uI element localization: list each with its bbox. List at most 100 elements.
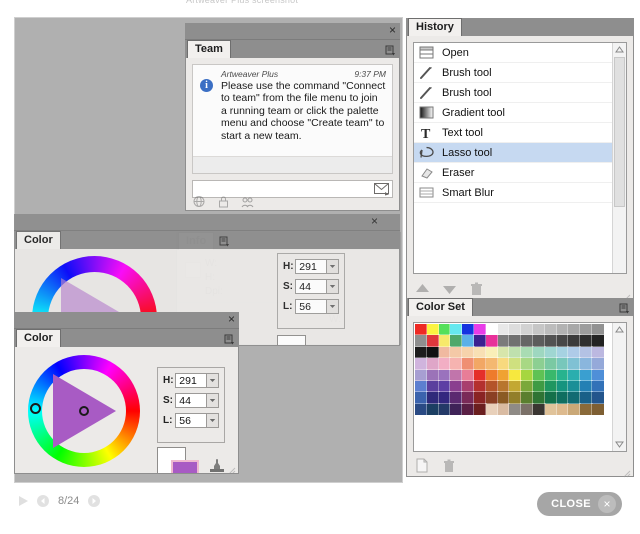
hue-marker[interactable] xyxy=(30,403,41,414)
color-swatch[interactable] xyxy=(579,323,593,337)
panel-menu-icon[interactable] xyxy=(219,236,230,247)
prev-icon[interactable] xyxy=(36,494,50,508)
color-swatch[interactable] xyxy=(520,357,534,371)
color-swatch[interactable] xyxy=(567,391,582,405)
color-swatch[interactable] xyxy=(496,391,511,405)
foreground-color-swatch[interactable] xyxy=(171,460,199,473)
scroll-down-icon[interactable] xyxy=(613,438,626,451)
color-swatch[interactable] xyxy=(449,323,464,337)
lock-icon[interactable] xyxy=(217,195,230,208)
hue-input[interactable]: 291 xyxy=(175,373,207,388)
send-message-icon[interactable] xyxy=(374,183,390,196)
color-swatch[interactable] xyxy=(590,357,605,371)
color-swatch[interactable] xyxy=(425,391,440,405)
play-icon[interactable] xyxy=(16,494,30,508)
history-scroll-thumb[interactable] xyxy=(614,57,625,207)
panel-menu-icon[interactable] xyxy=(224,334,235,345)
color-swatch[interactable] xyxy=(414,391,428,405)
color-swatch[interactable] xyxy=(414,357,428,371)
color-swatch[interactable] xyxy=(496,357,511,371)
sat-spinner-icon[interactable] xyxy=(206,393,220,408)
color-swatch[interactable] xyxy=(437,368,452,382)
color-swatch[interactable] xyxy=(543,391,558,405)
color-swatch[interactable] xyxy=(590,391,605,405)
color-swatch[interactable] xyxy=(449,345,464,360)
color-swatch[interactable] xyxy=(508,402,523,417)
color-swatch[interactable] xyxy=(555,357,570,371)
color-swatch[interactable] xyxy=(555,345,570,360)
color-swatch[interactable] xyxy=(484,402,499,417)
color-swatch[interactable] xyxy=(461,402,475,417)
color-swatch[interactable] xyxy=(449,357,464,371)
color-swatch[interactable] xyxy=(520,391,534,405)
hue-input[interactable]: 291 xyxy=(295,259,327,274)
color-swatch[interactable] xyxy=(590,345,605,360)
color-swatch[interactable] xyxy=(461,334,475,348)
color-swatch[interactable] xyxy=(461,379,475,394)
color-lower-resize-grip[interactable] xyxy=(227,462,236,473)
color-swatch[interactable] xyxy=(473,357,487,371)
hue-spinner-icon[interactable] xyxy=(206,373,220,388)
color-swatch[interactable] xyxy=(508,345,523,360)
color-swatch[interactable] xyxy=(414,345,428,360)
color-swatch[interactable] xyxy=(531,357,546,371)
step-up-icon[interactable] xyxy=(415,282,430,296)
color-swatch[interactable] xyxy=(520,345,534,360)
color-swatch[interactable] xyxy=(531,323,546,337)
team-panel-titlebar[interactable]: × xyxy=(185,23,400,40)
color-swatch[interactable] xyxy=(520,323,534,337)
tab-color-set[interactable]: Color Set xyxy=(408,298,473,316)
tab-team[interactable]: Team xyxy=(187,40,231,58)
color-swatch[interactable] xyxy=(555,323,570,337)
color-swatch[interactable] xyxy=(496,334,511,348)
lum-spinner-icon[interactable] xyxy=(326,299,340,314)
color-swatch[interactable] xyxy=(414,368,428,382)
color-swatch[interactable] xyxy=(590,368,605,382)
color-swatch[interactable] xyxy=(590,334,605,348)
color-lower-titlebar[interactable]: × xyxy=(14,312,239,329)
colorset-resize-grip[interactable] xyxy=(622,465,631,478)
color-swatch[interactable] xyxy=(555,368,570,382)
color-swatch[interactable] xyxy=(579,357,593,371)
history-item-open-0[interactable]: Open xyxy=(414,43,626,63)
color-swatch[interactable] xyxy=(496,379,511,394)
color-upper-titlebar[interactable]: × xyxy=(14,214,400,231)
color-swatch[interactable] xyxy=(484,323,499,337)
scroll-up-icon[interactable] xyxy=(613,323,626,336)
history-list[interactable]: Open Brush tool Brush tool Gradient tool T Te… xyxy=(413,42,627,274)
color-swatch[interactable] xyxy=(473,323,487,337)
tab-color-lower[interactable]: Color xyxy=(16,329,61,347)
color-swatch[interactable] xyxy=(425,379,440,394)
color-swatch[interactable] xyxy=(531,391,546,405)
color-swatch[interactable] xyxy=(567,323,582,337)
delete-icon[interactable] xyxy=(469,282,484,296)
color-swatch[interactable] xyxy=(567,379,582,394)
colorset-scrollbar[interactable] xyxy=(612,323,626,451)
color-swatch[interactable] xyxy=(461,345,475,360)
delete-swatch-icon[interactable] xyxy=(442,458,456,473)
color-swatch[interactable] xyxy=(543,334,558,348)
color-swatch[interactable] xyxy=(449,391,464,405)
color-swatch[interactable] xyxy=(508,334,523,348)
history-item-gradient-tool-3[interactable]: Gradient tool xyxy=(414,103,626,123)
history-item-text-tool-4[interactable]: T Text tool xyxy=(414,123,626,143)
color-swatch[interactable] xyxy=(414,402,428,417)
team-close-icon[interactable]: × xyxy=(389,23,396,38)
color-swatch[interactable] xyxy=(567,345,582,360)
history-item-brush-tool-1[interactable]: Brush tool xyxy=(414,63,626,83)
color-upper-close-icon[interactable]: × xyxy=(371,214,378,229)
history-item-smart-blur-7[interactable]: Smart Blur xyxy=(414,183,626,203)
sat-spinner-icon[interactable] xyxy=(326,279,340,294)
color-swatch[interactable] xyxy=(520,334,534,348)
sat-input[interactable]: 44 xyxy=(295,279,327,294)
color-swatch[interactable] xyxy=(555,402,570,417)
background-color-swatch[interactable] xyxy=(277,335,306,345)
history-item-brush-tool-2[interactable]: Brush tool xyxy=(414,83,626,103)
color-swatch[interactable] xyxy=(555,334,570,348)
color-swatch[interactable] xyxy=(473,391,487,405)
history-item-lasso-tool-5[interactable]: Lasso tool xyxy=(414,143,626,163)
next-icon[interactable] xyxy=(87,494,101,508)
color-swatch[interactable] xyxy=(508,379,523,394)
sat-input[interactable]: 44 xyxy=(175,393,207,408)
lum-spinner-icon[interactable] xyxy=(206,413,220,428)
